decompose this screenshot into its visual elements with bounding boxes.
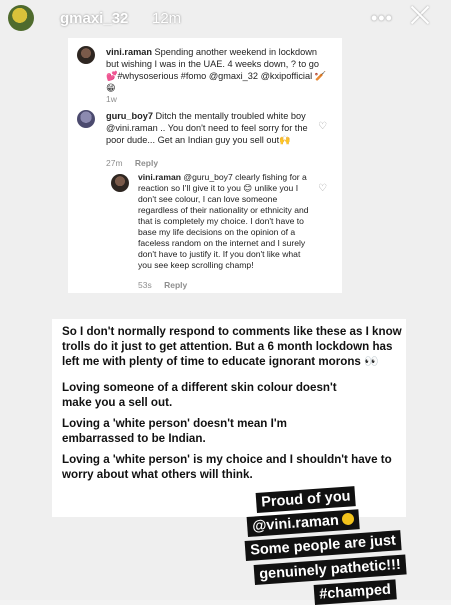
comment-meta-3: 53s Reply [138, 280, 187, 290]
comment-age-1: 1w [106, 94, 117, 104]
comment-screenshot-card: vini.raman Spending another weekend in l… [68, 38, 342, 293]
sticker-mention[interactable]: @vini.raman [252, 513, 340, 535]
statement-paragraph-1: So I don't normally respond to comments … [62, 325, 402, 368]
comment-1: vini.raman Spending another weekend in l… [106, 46, 330, 94]
story-time: 12m [152, 10, 182, 27]
comment-avatar-guru [77, 110, 95, 128]
like-heart-icon-2[interactable]: ♡ [318, 122, 328, 132]
reply-link-3[interactable]: Reply [164, 280, 187, 290]
comment-text-3: @guru_boy7 clearly fishing for a reactio… [138, 172, 309, 270]
comment-user-1: vini.raman [106, 47, 152, 57]
comment-user-2: guru_boy7 [106, 111, 153, 121]
comment-age-3: 53s [138, 280, 152, 290]
comment-3: vini.raman @guru_boy7 clearly fishing fo… [138, 172, 316, 271]
comment-age-2: 27m [106, 158, 123, 168]
comment-user-3: vini.raman [138, 172, 181, 182]
statement-paragraph-3: Loving a 'white person' doesn't mean I'm… [62, 417, 287, 445]
story-header: gmaxi_32 12m ••• [0, 0, 451, 36]
comment-avatar-vini [77, 46, 95, 64]
comment-meta-1: 1w [106, 94, 117, 104]
story-username[interactable]: gmaxi_32 [60, 10, 128, 27]
comment-avatar-vini-reply [111, 174, 129, 192]
comment-2: guru_boy7 Ditch the mentally troubled wh… [106, 110, 312, 146]
statement-paragraph-2: Loving someone of a different skin colou… [62, 381, 337, 409]
close-icon[interactable] [409, 4, 431, 26]
sticker-line-5: #champed [313, 579, 397, 605]
story-avatar[interactable] [8, 5, 34, 31]
more-options-icon[interactable]: ••• [371, 8, 393, 29]
statement-paragraph-4: Loving a 'white person' is my choice and… [62, 453, 392, 481]
reply-link-2[interactable]: Reply [135, 158, 158, 168]
comment-meta-2: 27m Reply [106, 158, 158, 168]
like-heart-icon-3[interactable]: ♡ [318, 184, 328, 194]
smiling-face-icon [341, 512, 355, 526]
